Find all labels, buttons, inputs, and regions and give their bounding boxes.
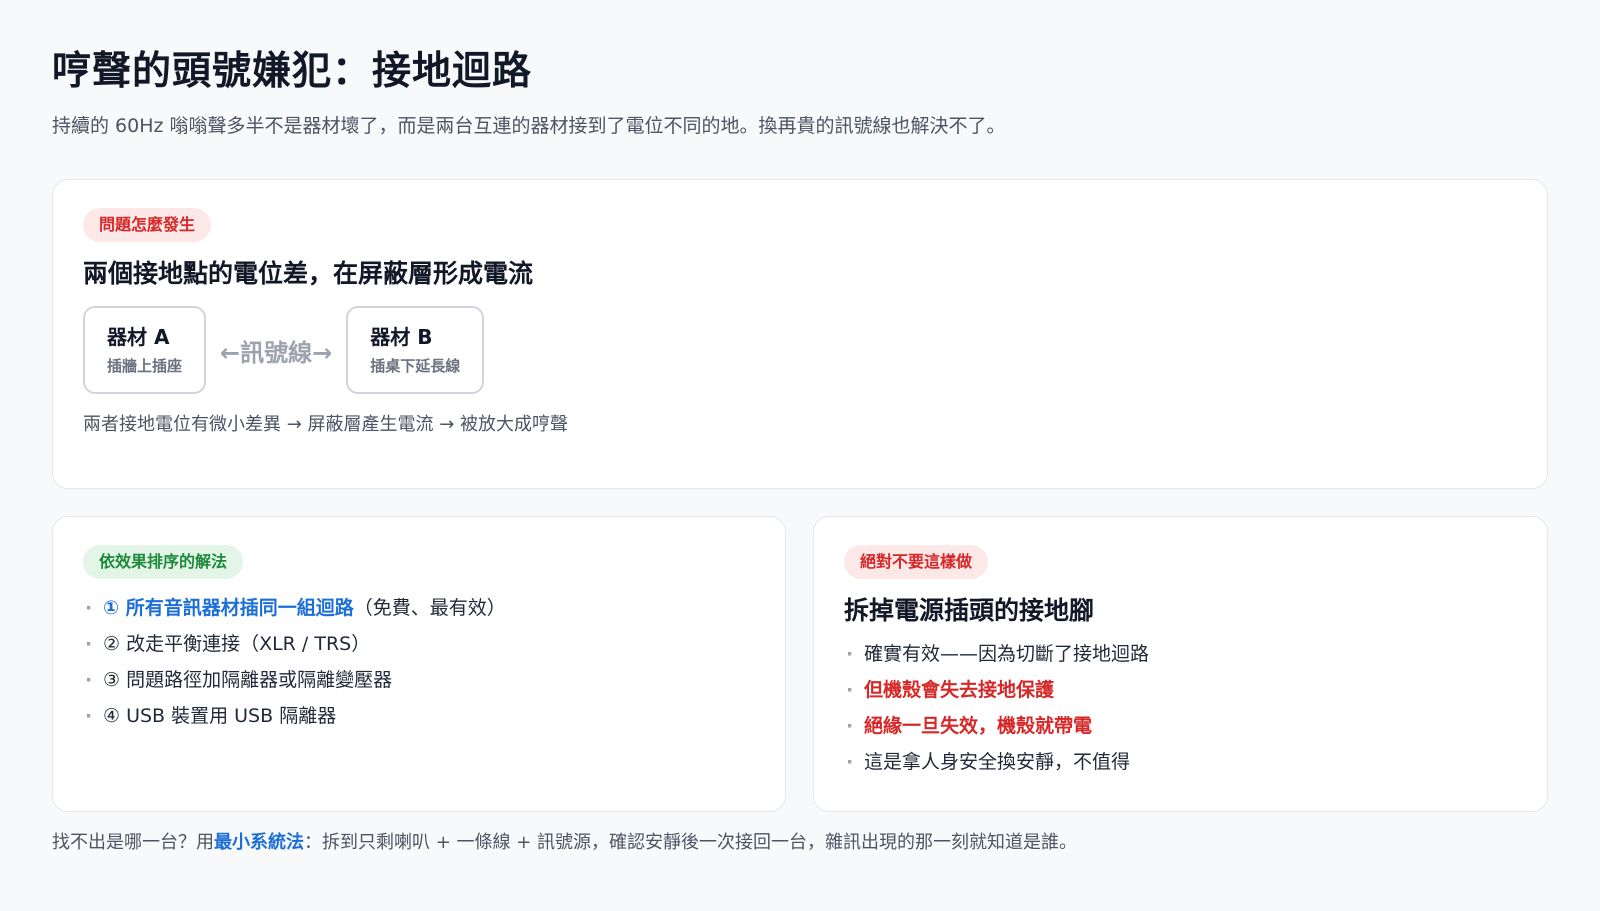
solution-text: ③ 問題路徑加隔離器或隔離變壓器 [103,669,393,691]
device-a-note: 插牆上插座 [107,357,183,375]
footer-suffix: ：拆到只剩喇叭 + 一條線 + 訊號源，確認安靜後一次接回一台，雜訊出現的那一刻… [304,832,1078,853]
dont-heading: 拆掉電源插頭的接地腳 [844,596,1095,625]
dont-tag: 絕對不要這樣做 [844,545,989,579]
signal-cable-label: ←訊號線→ [220,338,333,367]
list-item: ① 所有音訊器材插同一組迴路（免費、最有效） [83,595,755,621]
dont-item-text: 這是拿人身安全換安靜，不值得 [864,751,1131,773]
how-it-happens-tag: 問題怎麼發生 [83,208,212,242]
device-a-box: 器材 A 插牆上插座 [83,306,207,394]
page-title: 哼聲的頭號嫌犯：接地迴路 [52,49,533,94]
solution-text: （免費、最有效） [353,597,506,619]
dont-item-text: 確實有效——因為切斷了接地迴路 [864,643,1150,665]
device-b-note: 插桌下延長線 [370,357,461,375]
ground-loop-diagram: 器材 A 插牆上插座 ←訊號線→ 器材 B 插桌下延長線 [83,306,1517,394]
dont-item-warning: 但機殼會失去接地保護 [864,679,1055,701]
dont-list: 確實有效——因為切斷了接地迴路 但機殼會失去接地保護 絕緣一旦失效，機殼就帶電 … [844,641,1517,775]
solutions-tag: 依效果排序的解法 [83,545,244,579]
footer-method-name: 最小系統法 [214,832,304,853]
list-item: ③ 問題路徑加隔離器或隔離變壓器 [83,667,755,693]
device-b-name: 器材 B [370,325,433,349]
diagram-caption: 兩者接地電位有微小差異 → 屏蔽層產生電流 → 被放大成哼聲 [83,414,569,435]
list-item: ④ USB 裝置用 USB 隔離器 [83,703,755,729]
how-it-happens-heading: 兩個接地點的電位差，在屏蔽層形成電流 [83,259,534,288]
list-item: 但機殼會失去接地保護 [844,677,1517,703]
list-item: 這是拿人身安全換安靜，不值得 [844,749,1517,775]
solution-highlight: ① 所有音訊器材插同一組迴路 [103,597,354,619]
list-item: 絕緣一旦失效，機殼就帶電 [844,713,1517,739]
solutions-card: 依效果排序的解法 ① 所有音訊器材插同一組迴路（免費、最有效） ② 改走平衡連接… [52,516,786,812]
solution-text: ④ USB 裝置用 USB 隔離器 [103,705,337,727]
device-a-name: 器材 A [107,325,170,349]
footer-note: 找不出是哪一台？用最小系統法：拆到只剩喇叭 + 一條線 + 訊號源，確認安靜後一… [52,830,1077,856]
page: 哼聲的頭號嫌犯：接地迴路 持續的 60Hz 嗡嗡聲多半不是器材壞了，而是兩台互連… [52,44,1548,853]
dont-card: 絕對不要這樣做 拆掉電源插頭的接地腳 確實有效——因為切斷了接地迴路 但機殼會失… [813,516,1548,812]
page-subtitle: 持續的 60Hz 嗡嗡聲多半不是器材壞了，而是兩台互連的器材接到了電位不同的地。… [52,115,1006,137]
dont-item-warning: 絕緣一旦失效，機殼就帶電 [864,715,1093,737]
how-it-happens-card: 問題怎麼發生 兩個接地點的電位差，在屏蔽層形成電流 器材 A 插牆上插座 ←訊號… [52,179,1548,489]
list-item: 確實有效——因為切斷了接地迴路 [844,641,1517,667]
footer-prefix: 找不出是哪一台？用 [52,832,214,853]
solutions-list: ① 所有音訊器材插同一組迴路（免費、最有效） ② 改走平衡連接（XLR / TR… [83,595,755,729]
list-item: ② 改走平衡連接（XLR / TRS） [83,631,755,657]
solution-text: ② 改走平衡連接（XLR / TRS） [103,633,371,655]
device-b-box: 器材 B 插桌下延長線 [346,306,485,394]
